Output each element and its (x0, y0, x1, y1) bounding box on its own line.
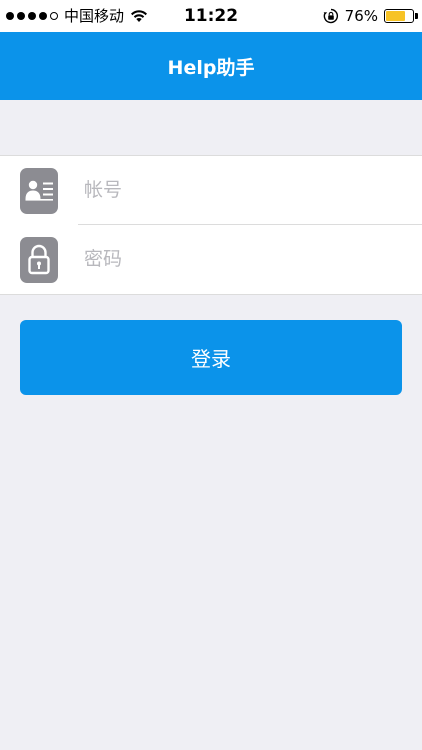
id-card-icon (20, 168, 58, 214)
login-form (0, 155, 422, 295)
password-row (0, 225, 422, 294)
status-right: 76% (323, 6, 418, 26)
battery-icon (384, 9, 418, 23)
nav-bar: Help助手 (0, 32, 422, 100)
account-row (0, 156, 422, 225)
rotation-lock-icon (323, 8, 338, 24)
page-title: Help助手 (167, 56, 255, 79)
battery-percent: 76% (344, 7, 378, 25)
password-input[interactable] (84, 239, 404, 279)
battery-fill (386, 11, 405, 21)
login-button[interactable]: 登录 (20, 320, 402, 395)
account-input[interactable] (84, 170, 404, 210)
battery-cap (415, 13, 418, 19)
lock-icon (20, 237, 58, 283)
status-bar: 中国移动 11:22 76% (0, 0, 422, 32)
